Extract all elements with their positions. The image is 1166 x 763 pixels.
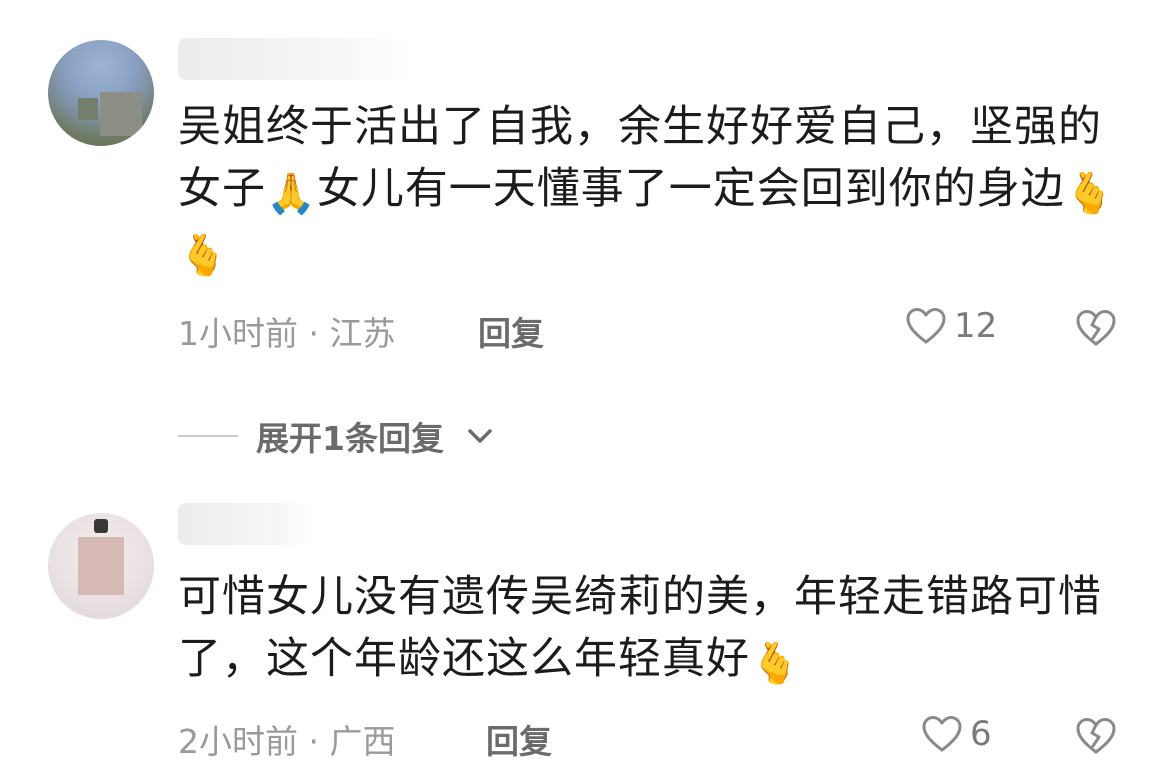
reply-button[interactable]: 回复 [486, 715, 552, 763]
comment-text: 可惜女儿没有遗传吴绮莉的美，年轻走错路可惜了，这个年龄还这么年轻真好🫰 [178, 566, 1118, 690]
broken-heart-icon[interactable] [1074, 308, 1118, 348]
avatar-pixelation [100, 92, 142, 136]
divider-line [178, 435, 238, 437]
comment-text: 吴姐终于活出了自我，余生好好爱自己，坚强的女子🙏女儿有一天懂事了一定会回到你的身… [178, 96, 1118, 282]
reply-button[interactable]: 回复 [478, 307, 544, 355]
like-button[interactable]: 12 [904, 306, 997, 346]
like-button[interactable]: 6 [920, 714, 992, 754]
expand-replies-label: 展开1条回复 [256, 419, 444, 458]
finger-heart-emoji: 🫰 [750, 641, 801, 687]
expand-replies-button[interactable]: 展开1条回复 [178, 412, 494, 460]
chevron-down-icon [468, 429, 492, 443]
finger-heart-emoji: 🫰 [1064, 171, 1116, 217]
like-count: 6 [970, 714, 992, 754]
username-blurred[interactable] [178, 38, 408, 80]
heart-outline-icon [922, 716, 962, 752]
pray-emoji: 🙏 [266, 171, 317, 217]
finger-heart-emoji: 🫰 [178, 233, 229, 279]
avatar-pixelation [94, 519, 108, 533]
broken-heart-icon[interactable] [1074, 716, 1118, 756]
avatar[interactable] [48, 40, 154, 146]
comment-meta: 2小时前 · 广西 [178, 722, 396, 761]
comment-text-part: 可惜女儿没有遗传吴绮莉的美，年轻走错路可惜了，这个年龄还这么年轻真好 [178, 572, 1102, 684]
comment-text-part: 女儿有一天懂事了一定会回到你的身边 [316, 164, 1065, 214]
username-blurred[interactable] [178, 503, 318, 545]
avatar-pixelation [78, 537, 124, 595]
comment-meta: 1小时前 · 江苏 [178, 314, 396, 353]
heart-outline-icon [906, 308, 946, 344]
avatar-pixelation [78, 98, 98, 120]
like-count: 12 [954, 306, 998, 346]
avatar[interactable] [48, 513, 154, 619]
